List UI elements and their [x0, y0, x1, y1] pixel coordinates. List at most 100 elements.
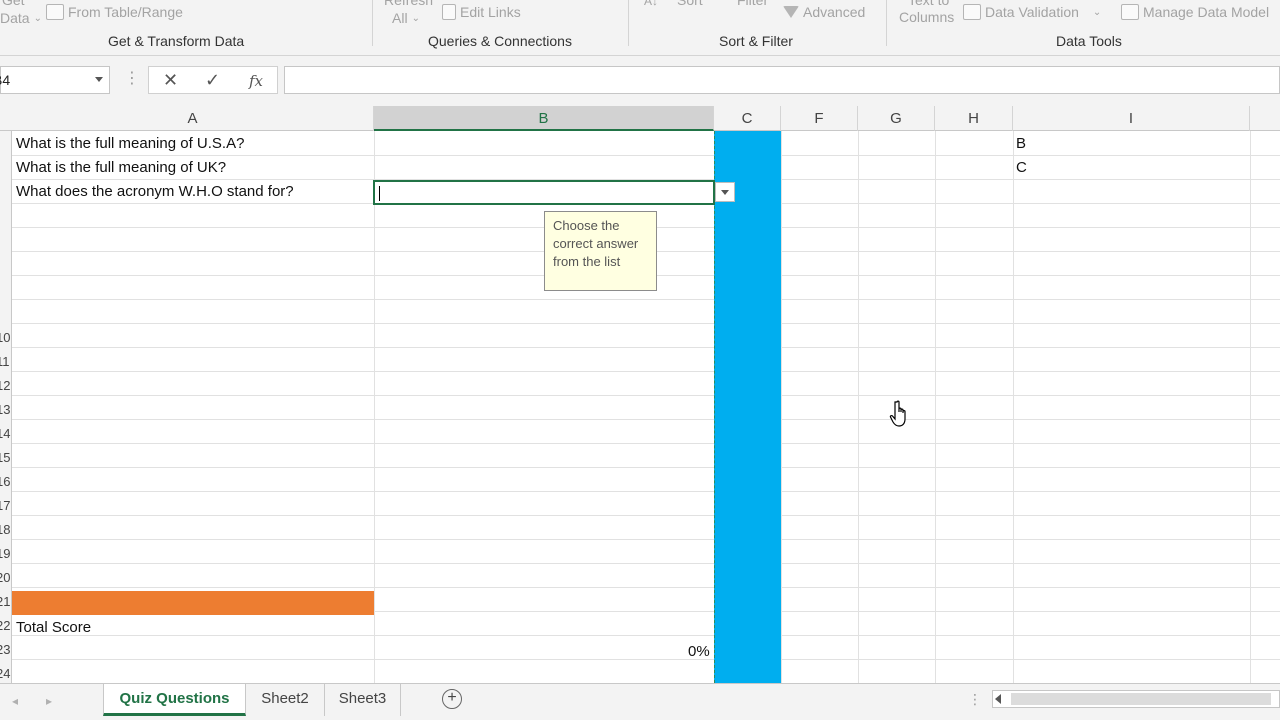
column-headers: A B C F G H I [0, 106, 1280, 131]
ribbon: Get Data ⌄ From Table/Range Refresh All ⌄ … [0, 0, 1280, 56]
more-options-icon[interactable]: ⋮ [124, 68, 140, 88]
column-header-a[interactable]: A [12, 106, 374, 131]
group-label-sort-filter: Sort & Filter [719, 33, 793, 49]
scroll-left-icon[interactable] [995, 694, 1001, 704]
row-header[interactable]: 14 [0, 426, 11, 441]
chevron-down-icon[interactable] [95, 77, 103, 82]
name-box-value: B4 [0, 72, 11, 88]
question-1-cell[interactable]: What is the full meaning of U.S.A? [16, 135, 244, 152]
get-data-button[interactable]: Get [2, 0, 25, 8]
row-header[interactable]: 15 [0, 450, 11, 465]
gridline [12, 659, 1280, 660]
row-header[interactable]: 24 [0, 666, 11, 681]
from-table-label: From Table/Range [68, 4, 183, 20]
scrollbar-thumb[interactable] [1011, 693, 1271, 705]
orange-highlight-row[interactable] [12, 591, 374, 615]
group-label-get-transform: Get & Transform Data [108, 33, 245, 49]
gridline [12, 635, 1280, 636]
question-3-cell[interactable]: What does the acronym W.H.O stand for? [16, 183, 294, 200]
text-to-columns-button-2[interactable]: Columns [899, 9, 954, 25]
sort-button[interactable]: Sort [677, 0, 703, 8]
row-header[interactable]: 13 [0, 402, 11, 417]
edit-links-icon [442, 4, 456, 20]
gridline [12, 299, 1280, 300]
column-header-h[interactable]: H [935, 106, 1013, 131]
refresh-all-button[interactable]: Refresh [384, 0, 433, 8]
column-header-f[interactable]: F [781, 106, 858, 131]
sheet-tab-sheet2[interactable]: Sheet2 [246, 684, 325, 716]
gridline [12, 443, 1280, 444]
active-cell-b3[interactable] [373, 180, 715, 205]
row-header[interactable]: 10 [0, 330, 11, 345]
row-header[interactable]: 11 [0, 354, 11, 369]
gridline [12, 155, 1280, 156]
chevron-down-icon: ⌄ [411, 12, 420, 24]
row-header[interactable]: 16 [0, 474, 11, 489]
group-separator [886, 0, 887, 46]
manage-data-model-button[interactable]: Manage Data Model [1121, 4, 1269, 20]
sort-az-button[interactable]: A↓ [644, 0, 658, 8]
column-header-b[interactable]: B [374, 106, 714, 131]
row-header[interactable]: 20 [0, 570, 11, 585]
tooltip-line: from the list [553, 254, 621, 269]
gridline [12, 419, 1280, 420]
edit-links-button[interactable]: Edit Links [442, 4, 521, 20]
formula-buttons: ✕ ✓ fx [148, 66, 278, 94]
filter-button[interactable]: Filter [737, 0, 768, 8]
gridline [12, 371, 1280, 372]
sheet-tab-quiz-questions[interactable]: Quiz Questions [103, 684, 246, 716]
data-model-icon [1121, 4, 1139, 20]
tooltip-line: correct answer [553, 236, 639, 251]
insert-function-icon[interactable]: fx [249, 72, 263, 90]
row-header[interactable]: 23 [0, 642, 11, 657]
get-data-label-2: Data [0, 10, 30, 26]
row-header[interactable]: 17 [0, 498, 11, 513]
column-header-g[interactable]: G [858, 106, 935, 131]
columns-label: Columns [899, 9, 955, 25]
row-header[interactable]: 22 [0, 618, 11, 633]
more-options-icon[interactable]: ⋮ [968, 691, 982, 708]
gridline [12, 587, 1280, 588]
data-validation-button[interactable]: Data Validation ⌄ [963, 4, 1101, 20]
group-separator [372, 0, 373, 46]
gridline [12, 491, 1280, 492]
column-header-i[interactable]: I [1013, 106, 1250, 131]
enter-icon[interactable]: ✓ [205, 70, 220, 91]
column-header-c[interactable]: C [714, 106, 781, 131]
question-2-cell[interactable]: What is the full meaning of UK? [16, 159, 226, 176]
get-data-label: Get [2, 0, 25, 8]
row-header[interactable]: 18 [0, 522, 11, 537]
sheet-tab-sheet3[interactable]: Sheet3 [325, 684, 401, 716]
row-header[interactable]: 12 [0, 378, 11, 393]
validation-dropdown-button[interactable] [715, 182, 735, 202]
group-separator [628, 0, 629, 46]
total-score-value[interactable]: 0% [688, 643, 710, 660]
answer-key-cell-1[interactable]: B [1016, 135, 1026, 152]
tooltip-line: Choose the [553, 218, 620, 233]
row-header[interactable]: 19 [0, 546, 11, 561]
add-sheet-icon[interactable]: + [442, 689, 462, 709]
text-caret [379, 186, 380, 201]
gridline [12, 539, 1280, 540]
text-to-columns-button[interactable]: Text to [908, 0, 949, 8]
chevron-down-icon: ⌄ [33, 12, 42, 24]
copy-marquee [714, 131, 715, 683]
scroll-tabs-right-icon[interactable]: ▸ [46, 694, 52, 708]
cancel-icon[interactable]: ✕ [163, 70, 178, 91]
row-header[interactable]: 21 [0, 594, 11, 609]
formula-input[interactable] [284, 66, 1280, 94]
advanced-filter-button[interactable]: Advanced [783, 4, 865, 20]
gridline [858, 131, 859, 683]
horizontal-scrollbar[interactable] [992, 690, 1280, 708]
answer-key-cell-2[interactable]: C [1016, 159, 1027, 176]
data-validation-icon [963, 4, 981, 20]
total-score-label[interactable]: Total Score [16, 619, 91, 636]
get-data-button-2[interactable]: Data ⌄ [0, 10, 42, 26]
scroll-tabs-left-icon[interactable]: ◂ [12, 694, 18, 708]
from-table-range-button[interactable]: From Table/Range [46, 4, 183, 20]
highlighted-column-c[interactable] [714, 131, 781, 683]
refresh-all-button-2[interactable]: All ⌄ [392, 10, 420, 26]
gridline [12, 395, 1280, 396]
name-box[interactable]: B4 [0, 66, 110, 94]
advanced-label: Advanced [803, 4, 866, 20]
